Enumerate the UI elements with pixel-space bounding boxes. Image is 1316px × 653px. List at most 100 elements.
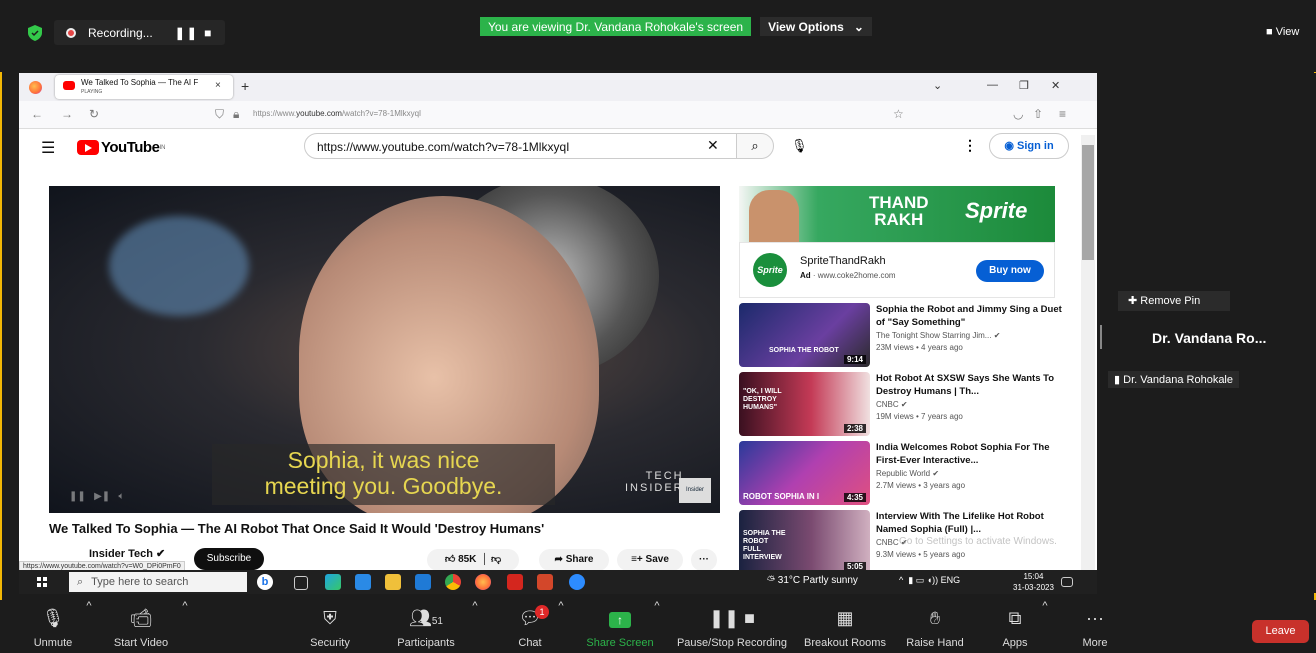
search-input[interactable]: https://www.youtube.com/watch?v=78-1Mlkx… (304, 133, 744, 159)
bookmark-star-icon[interactable]: ☆ (893, 107, 904, 121)
buy-now-button[interactable]: Buy now (976, 260, 1044, 282)
weather-widget[interactable]: ⛅︎ 31°C Partly sunny (767, 575, 858, 586)
address-bar[interactable]: https://www.youtube.com/watch?v=78-1Mlkx… (253, 109, 421, 118)
back-arrow-icon[interactable]: ← (31, 107, 43, 121)
region-code: IN (159, 144, 166, 151)
more-options-icon[interactable]: ⋮ (963, 137, 977, 154)
shared-browser-window: We Talked To Sophia — The AI F PLAYING ×… (19, 73, 1097, 594)
pocket-icon[interactable]: ◡ (1013, 107, 1023, 121)
scroll-thumb[interactable] (1082, 145, 1094, 260)
start-video-button[interactable]: 📹︎ Start Video (96, 600, 186, 653)
recommendation-item[interactable]: ROBOT SOPHIA IN I 4:35 India Welcomes Ro… (739, 441, 1069, 507)
thumbnail-text: ROBOT SOPHIA IN I (743, 492, 820, 501)
clear-search-icon[interactable]: ✕ (707, 137, 719, 154)
windows-start-icon[interactable] (37, 577, 47, 587)
hamburger-icon[interactable]: ☰ (41, 138, 55, 158)
ad-banner[interactable]: THAND RAKH Sprite (739, 186, 1055, 242)
viewing-banner: You are viewing Dr. Vandana Rohokale's s… (480, 17, 751, 36)
share-button[interactable]: ➦ Share (539, 549, 609, 571)
remove-pin-button[interactable]: ✚ Remove Pin (1118, 291, 1230, 311)
like-button[interactable]: 👍︎ 85K │ 👎︎ (427, 549, 519, 571)
recording-controls[interactable]: ❚❚ ■ (175, 26, 214, 40)
view-label: View (1275, 26, 1300, 38)
channel-name[interactable]: Insider Tech ✔ (89, 547, 165, 560)
bing-icon[interactable]: b (257, 574, 273, 590)
video-thumbnail: "OK, I WILL DESTROY HUMANS" 2:38 (739, 372, 870, 436)
breakout-rooms-button[interactable]: ▦ Breakout Rooms (800, 600, 890, 653)
save-button[interactable]: ≡+ Save (617, 549, 683, 571)
new-tab-button[interactable]: + (241, 78, 249, 94)
more-actions-button[interactable]: ··· (691, 549, 717, 571)
subscribe-button[interactable]: Subscribe (194, 548, 264, 570)
sign-in-button[interactable]: ◉ Sign in (989, 133, 1069, 159)
apps-options-caret[interactable]: ^ (1040, 600, 1050, 653)
youtube-logo[interactable]: YouTube IN (77, 139, 165, 156)
ad-label: Ad (800, 271, 811, 280)
raise-hand-button[interactable]: ✋︎ Raise Hand (890, 600, 980, 653)
taskbar-search-box[interactable]: ⌕ Type here to search (69, 572, 247, 592)
tab-list-chevron-icon[interactable]: ⌄ (933, 79, 942, 92)
participants-options-caret[interactable]: ^ (470, 600, 480, 653)
menu-icon[interactable]: ≡ (1059, 107, 1066, 121)
video-controls[interactable]: ❚❚ ▶❚ 🔈︎ (69, 491, 125, 502)
app-icon[interactable] (355, 574, 371, 590)
channel-label: The Tonight Show Starring Jim... (876, 331, 992, 340)
leave-button[interactable]: Leave (1252, 620, 1309, 643)
reload-icon[interactable]: ↻ (89, 107, 99, 121)
channel-name: The Tonight Show Starring Jim... ✔ (876, 331, 1000, 340)
participant-tag: ▮ Dr. Vandana Rohokale (1108, 371, 1239, 388)
participants-icon: 👥︎51 (409, 608, 443, 628)
task-view-icon[interactable] (294, 576, 308, 590)
ad-image (749, 190, 799, 242)
video-options-caret[interactable]: ^ (180, 600, 190, 653)
participants-label: Participants (397, 637, 455, 649)
recommendation-item[interactable]: "OK, I WILL DESTROY HUMANS" 2:38 Hot Rob… (739, 372, 1069, 438)
video-player[interactable]: Sophia, it was nice meeting you. Goodbye… (49, 186, 720, 513)
view-options-label: View Options (768, 19, 844, 34)
taskbar-clock[interactable]: 15:04 31-03-2023 (1013, 571, 1054, 593)
close-window-icon[interactable]: ✕ (1051, 79, 1060, 92)
notification-icon[interactable] (1061, 577, 1073, 587)
system-tray[interactable]: ^ ▮ ▭ ◖)) ENG (899, 575, 960, 586)
page-scrollbar[interactable] (1081, 135, 1095, 575)
mail-icon[interactable] (415, 574, 431, 590)
acrobat-icon[interactable] (507, 574, 523, 590)
chevron-down-icon: ⌄ (853, 19, 864, 34)
ad-name: SpriteThandRakh (800, 255, 886, 267)
browser-nav-bar: ← → ↻ ⛉ 🔒︎ https://www.youtube.com/watch… (19, 101, 1097, 129)
microphone-icon[interactable]: 🎙︎ (791, 138, 808, 154)
recommendation-item[interactable]: SOPHIA THE ROBOT 9:14 Sophia the Robot a… (739, 303, 1069, 369)
ad-info-card[interactable]: Sprite SpriteThandRakh Ad · www.coke2hom… (739, 242, 1055, 298)
recording-indicator[interactable]: Recording... ❚❚ ■ (54, 20, 225, 45)
search-button[interactable]: ⌕ (736, 133, 774, 159)
powerpoint-icon[interactable] (537, 574, 553, 590)
minimize-icon[interactable]: — (987, 79, 998, 91)
browser-tab[interactable]: We Talked To Sophia — The AI F PLAYING × (55, 75, 233, 99)
extensions-icon[interactable]: ⇧ (1033, 107, 1043, 121)
view-options-button[interactable]: View Options ⌄ (760, 17, 872, 36)
security-button[interactable]: ⛨ Security (285, 600, 375, 653)
audio-options-caret[interactable]: ^ (84, 600, 94, 653)
view-button[interactable]: ■ View (1266, 26, 1299, 38)
channel-watermark[interactable]: Insider Tech (679, 478, 711, 513)
zoom-toolbar: 🎙︎ Unmute ^ 📹︎ Start Video ^ ⛨ Security 👥︎5… (0, 600, 1316, 653)
pause-stop-label: Pause/Stop Recording (676, 637, 788, 649)
chrome-icon[interactable] (445, 574, 461, 590)
chat-options-caret[interactable]: ^ (556, 600, 566, 653)
shield-outline-icon[interactable]: ⛉ (215, 107, 224, 122)
participants-button[interactable]: 👥︎51 Participants (381, 600, 471, 653)
tab-close-icon[interactable]: × (215, 80, 221, 91)
edge-icon[interactable] (325, 574, 341, 590)
file-explorer-icon[interactable] (385, 574, 401, 590)
more-button[interactable]: ··· More (1050, 600, 1140, 653)
forward-arrow-icon[interactable]: → (61, 107, 73, 121)
youtube-header: ☰ YouTube IN https://www.youtube.com/wat… (19, 129, 1097, 165)
firefox-icon[interactable] (475, 574, 491, 590)
video-thumbnail: SOPHIA THE ROBOT FULL INTERVIEW 5:05 (739, 510, 870, 574)
search-icon: ⌕ (751, 138, 759, 153)
restore-icon[interactable]: ❐ (1019, 79, 1029, 92)
pause-stop-recording-button[interactable]: ❚❚ ■ Pause/Stop Recording (672, 600, 792, 653)
share-options-caret[interactable]: ^ (652, 600, 662, 653)
more-label: More (1082, 637, 1108, 649)
zoom-icon[interactable] (569, 574, 585, 590)
